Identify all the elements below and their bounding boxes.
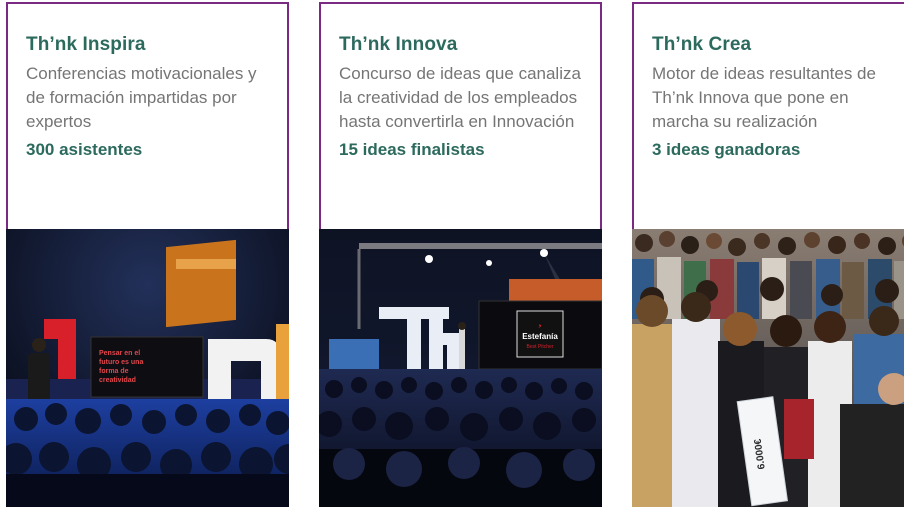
card-title: Th’nk Innova (339, 34, 458, 55)
card-text-box: Th’nk Inspira Conferencias motivacionale… (6, 2, 289, 229)
card-title: Th’nk Inspira (26, 34, 146, 55)
card-title: Th’nk Crea (652, 34, 752, 55)
card-think-inspira: Th’nk Inspira Conferencias motivacionale… (6, 2, 289, 507)
svg-text:,: , (539, 317, 542, 329)
photo-winners-crowd: 6.000€ (632, 229, 904, 507)
card-think-crea: Th’nk Crea Motor de ideas resultantes de… (632, 2, 904, 507)
card-text-box: Th’nk Crea Motor de ideas resultantes de… (632, 2, 904, 229)
screen-subtext: Best Pitcher (527, 344, 554, 350)
screen-text: Estefanía (522, 332, 558, 341)
photo-audience-and-stage: , Estefanía Best Pitcher (319, 229, 602, 507)
card-think-innova: Th’nk Innova Concurso de ideas que canal… (319, 2, 602, 507)
card-text-box: Th’nk Innova Concurso de ideas que canal… (319, 2, 602, 229)
card-description: Conferencias motivacionales y de formaci… (26, 64, 257, 131)
card-description: Motor de ideas resultantes de Th’nk Inno… (652, 64, 876, 131)
card-stat: 15 ideas finalistas (339, 140, 485, 159)
card-description: Concurso de ideas que canaliza la creati… (339, 64, 581, 131)
card-stat: 300 asistentes (26, 140, 143, 159)
photo-speaker-on-stage: Pensar en el futuro es una forma de crea… (6, 229, 289, 507)
card-stat: 3 ideas ganadoras (652, 140, 801, 159)
